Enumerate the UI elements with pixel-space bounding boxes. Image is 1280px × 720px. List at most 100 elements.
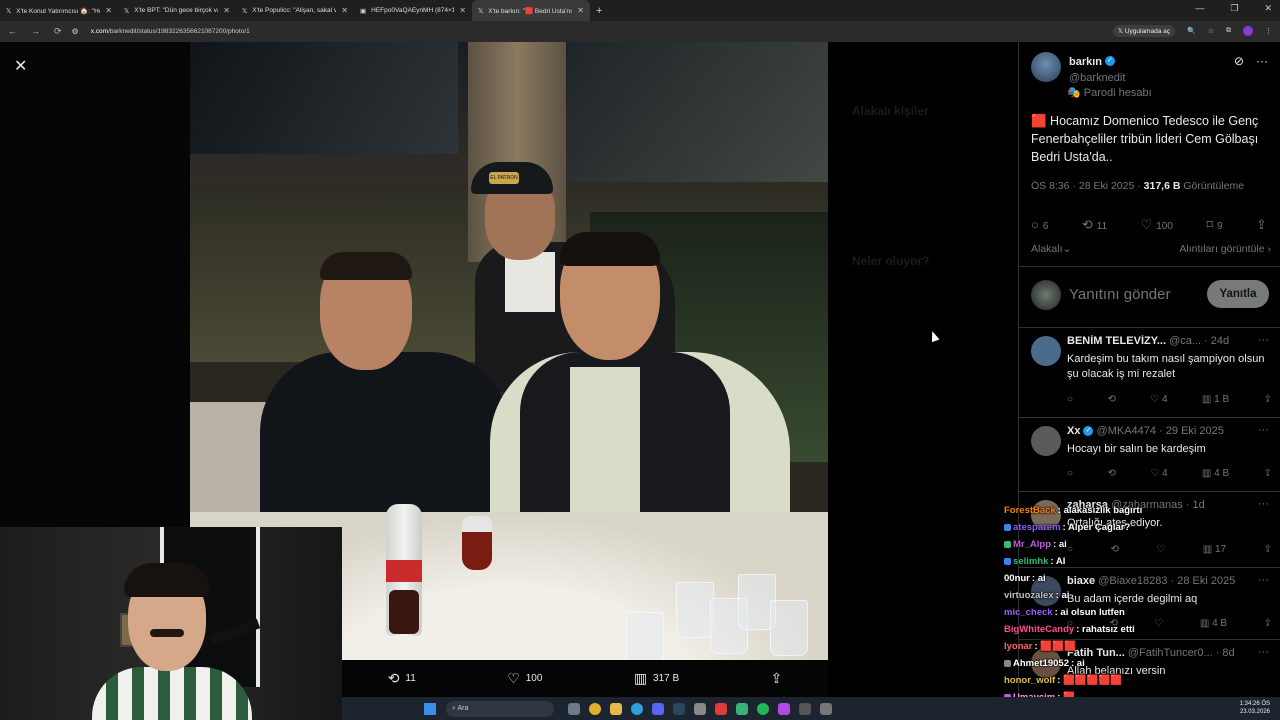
tweet-author[interactable]: barkın ✓ @barknedit	[1031, 52, 1125, 84]
folder-icon[interactable]	[610, 702, 622, 715]
url-host: x.com	[90, 28, 109, 35]
reply-input[interactable]: Yanıtını gönder	[1069, 286, 1170, 303]
retweet-stat[interactable]: ⟲ 11	[1082, 217, 1107, 233]
chrome-icon[interactable]	[589, 702, 601, 715]
retweet-button[interactable]: ⟲ 11	[388, 670, 416, 687]
author-name[interactable]: barkın	[1069, 56, 1102, 68]
close-tab-icon[interactable]: ✕	[105, 6, 112, 15]
extensions-icon[interactable]: ⧉	[1226, 27, 1231, 35]
chat-text: AI	[1055, 556, 1066, 567]
windows-start-icon[interactable]	[424, 702, 436, 715]
profile-icon[interactable]	[1243, 26, 1253, 36]
share-button[interactable]: ⇪	[771, 670, 783, 687]
back-icon[interactable]: ←	[8, 26, 17, 37]
more-options-icon[interactable]: ···	[1258, 424, 1269, 436]
like-count: 4	[1161, 394, 1168, 405]
window-controls: — ❐ ✕	[1195, 3, 1272, 14]
discord-icon[interactable]	[652, 702, 664, 715]
open-in-app-button[interactable]: 𝕏 Uygulamada aç	[1112, 25, 1175, 37]
more-options-icon[interactable]: ···	[1256, 54, 1268, 68]
close-tab-icon[interactable]: ✕	[341, 6, 348, 15]
minimize-icon[interactable]: —	[1195, 3, 1204, 14]
reply-stat[interactable]: ○ 6	[1031, 217, 1048, 233]
spotify-icon[interactable]	[757, 702, 769, 715]
new-tab-button[interactable]: +	[596, 5, 602, 17]
like-button[interactable]: ♡ 4	[1150, 394, 1167, 405]
app-icon[interactable]	[820, 702, 832, 715]
reply-item[interactable]: Xx ✓ @MKA4474 · 29 Eki 2025 ··· Hocayı bi…	[1019, 418, 1280, 492]
retweet-icon: ⟲	[387, 669, 400, 686]
like-stat[interactable]: ♡ 100	[1141, 217, 1173, 233]
app-icon[interactable]	[715, 702, 727, 715]
avatar[interactable]	[1031, 336, 1061, 366]
close-tab-icon[interactable]: ✕	[577, 6, 584, 15]
browser-tab[interactable]: 𝕏 X'te BPT: "Dün gece birçok vat ✕	[118, 0, 236, 21]
maximize-icon[interactable]: ❐	[1230, 3, 1238, 14]
bar-chart-icon: ▥	[1201, 468, 1215, 479]
close-window-icon[interactable]: ✕	[1264, 3, 1272, 14]
close-tab-icon[interactable]: ✕	[459, 6, 466, 15]
views-button[interactable]: ▥ 317 B	[634, 670, 679, 687]
app-icon[interactable]	[736, 702, 748, 715]
grok-icon[interactable]: ⊘	[1234, 54, 1244, 68]
comment-icon[interactable]: ○	[1067, 394, 1073, 405]
ghost-sidebar-title: Neler oluyor?	[852, 254, 930, 268]
share-icon[interactable]: ⇪	[1264, 468, 1272, 479]
retweet-icon[interactable]: ⟲	[1107, 468, 1115, 479]
bookmark-count: 9	[1217, 221, 1223, 232]
app-icon[interactable]	[778, 702, 790, 715]
chat-message: mic_check: ai olsun lutfen	[1004, 607, 1125, 618]
system-clock[interactable]: 1:34:26 ÖS 23.03.2026	[1240, 700, 1270, 716]
share-button[interactable]: ⇪	[1256, 217, 1271, 233]
steam-icon[interactable]	[673, 702, 685, 715]
edge-icon[interactable]	[631, 702, 643, 715]
x-logo-icon: 𝕏	[242, 7, 248, 15]
menu-icon[interactable]: ⋮	[1265, 27, 1272, 35]
close-icon[interactable]: ✕	[14, 56, 27, 76]
like-button[interactable]: ♡ 100	[507, 670, 542, 687]
reload-icon[interactable]: ⟳	[54, 26, 62, 37]
zoom-icon[interactable]: 🔍	[1187, 27, 1196, 35]
reply-author-name[interactable]: BENİM TELEVİZY...	[1067, 335, 1166, 347]
reply-button[interactable]: Yanıtla	[1207, 280, 1269, 308]
view-quotes-link[interactable]: Alıntıları görüntüle ›	[1179, 243, 1271, 255]
close-tab-icon[interactable]: ✕	[223, 6, 230, 15]
forward-icon[interactable]: →	[31, 26, 40, 37]
chat-text: alakasızlık bağırtı	[1063, 505, 1143, 516]
browser-tab[interactable]: 𝕏 X'te Konut Yatırımcısı 🏠: "Hem ✕	[0, 0, 118, 21]
share-icon[interactable]: ⇪	[1264, 394, 1272, 405]
chat-message: Mr_Alpp: ai	[1004, 536, 1280, 553]
chevron-down-icon: ⌄	[1062, 243, 1072, 255]
site-info-icon[interactable]: ⚙	[72, 27, 79, 36]
views-button[interactable]: ▥ 1 B	[1202, 394, 1229, 405]
reply-meta: @MKA4474 · 29 Eki 2025	[1093, 425, 1224, 437]
like-button[interactable]: ♡ 4	[1150, 468, 1167, 479]
browser-tab[interactable]: 𝕏 X'te Populicc: "Alişan, sakal ve l ✕	[236, 0, 354, 21]
more-options-icon[interactable]: ···	[1258, 334, 1269, 346]
taskbar-search-label: Ara	[457, 704, 469, 712]
chat-username: Mr_Alpp	[1013, 539, 1051, 550]
sort-relevant-dropdown[interactable]: Alakalı⌄	[1031, 243, 1071, 255]
reply-author-name[interactable]: Xx	[1067, 425, 1080, 437]
app-icon[interactable]	[694, 702, 706, 715]
comment-icon: ○	[1031, 217, 1039, 232]
app-icon[interactable]	[799, 702, 811, 715]
task-view-icon[interactable]	[568, 702, 580, 715]
browser-tab[interactable]: ▣ HEFpo0VaQAEynMH (874×1092) ✕	[354, 0, 472, 21]
reply-text: Hocayı bir salın be kardeşim	[1067, 443, 1206, 455]
views-button[interactable]: ▥ 4 B	[1202, 468, 1229, 479]
url-field[interactable]: x.com/barknedit/status/19832263566210872…	[91, 28, 250, 35]
reply-item[interactable]: BENİM TELEVİZY... @ca... · 24d ··· Karde…	[1019, 328, 1280, 418]
comment-icon[interactable]: ○	[1067, 468, 1073, 479]
taskbar-search[interactable]: ⌕ Ara	[446, 700, 554, 717]
chat-text: 🟥🟥🟥	[1040, 641, 1076, 652]
avatar[interactable]	[1031, 426, 1061, 456]
retweet-icon[interactable]: ⟲	[1107, 394, 1115, 405]
tweet-time[interactable]: ÖS 8:36 · 28 Eki 2025 ·	[1031, 180, 1144, 192]
browser-tab-active[interactable]: 𝕏 X'te barkın: "🟥 Bedri Usta'nın ✕	[472, 0, 590, 21]
author-handle[interactable]: @barknedit	[1069, 72, 1125, 84]
chat-message: ForestBack: alakasızlık bağırtı	[1004, 505, 1143, 516]
avatar[interactable]	[1031, 52, 1061, 82]
star-icon[interactable]: ☆	[1208, 27, 1214, 35]
bookmark-stat[interactable]: ⌑ 9	[1206, 217, 1222, 233]
